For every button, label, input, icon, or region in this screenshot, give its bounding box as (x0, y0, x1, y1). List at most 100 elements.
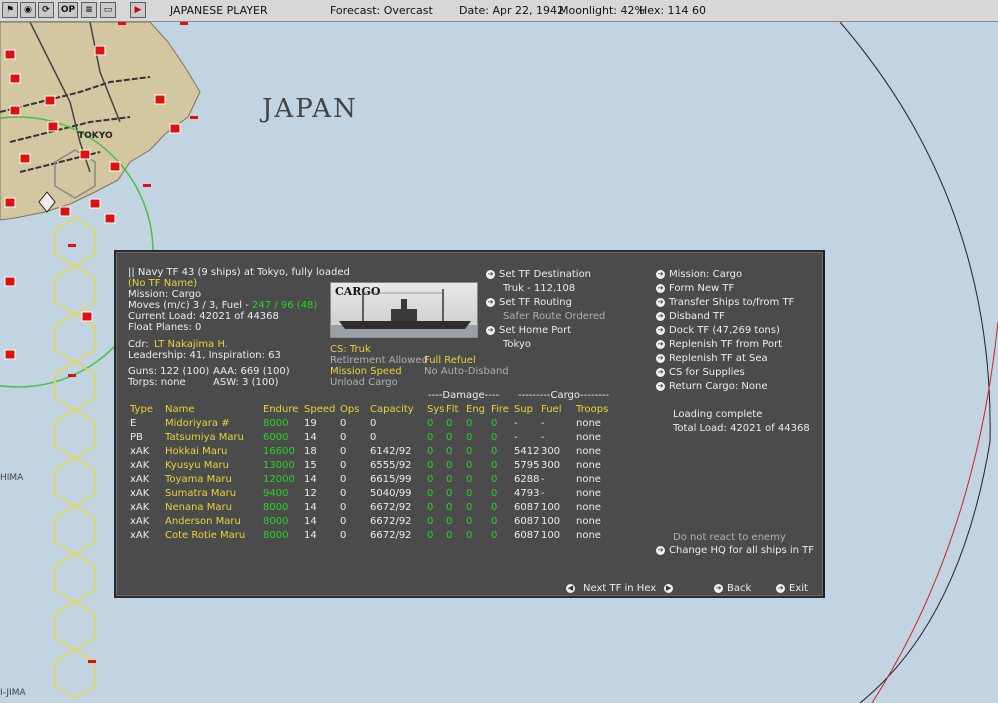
next-tf-button[interactable]: ◀ Next TF in Hex ▶ (566, 582, 674, 595)
col-troops[interactable]: Troops (576, 403, 616, 417)
arrow-icon: ➔ (656, 354, 665, 363)
react-option[interactable]: Do not react to enemy (673, 531, 786, 544)
list-icon[interactable]: ≡ (81, 2, 97, 18)
col-sys[interactable]: Sys (427, 403, 446, 417)
table-row[interactable]: xAK Sumatra Maru 9400 12 0 5040/99 0 0 0 0 4793- no… (130, 487, 616, 501)
cell-endure: 8000 (263, 502, 289, 513)
set-home-port-button[interactable]: ➔ Set Home Port (486, 324, 571, 337)
cell-name[interactable]: Toyama Maru (165, 473, 263, 487)
replenish-sea-button[interactable]: ➔ Replenish TF at Sea (656, 352, 768, 365)
col-capacity[interactable]: Capacity (370, 403, 427, 417)
dock-tf-button[interactable]: ➔ Dock TF (47,269 tons) (656, 324, 780, 337)
cell-name[interactable]: Sumatra Maru (165, 487, 263, 501)
cell-name[interactable]: Midoriyara # (165, 417, 263, 431)
mission-cargo-button[interactable]: ➔ Mission: Cargo (656, 268, 742, 281)
back-button[interactable]: ➔ Back (714, 582, 751, 595)
cell-fire: 0 (491, 432, 498, 443)
col-name[interactable]: Name (165, 403, 263, 417)
replenish-port-button[interactable]: ➔ Replenish TF from Port (656, 338, 782, 351)
transfer-ships-button[interactable]: ➔ Transfer Ships to/from TF (656, 296, 794, 309)
action-label: Disband TF (669, 311, 725, 322)
return-cargo-button[interactable]: ➔ Return Cargo: None (656, 380, 768, 393)
destination-value: Truk - 112,108 (503, 283, 576, 294)
table-row[interactable]: xAK Anderson Maru 8000 14 0 6672/92 0 0 0 0 6087 10… (130, 515, 616, 529)
cell-sup: 5412 (514, 446, 540, 457)
refresh-icon[interactable]: ⟳ (38, 2, 54, 18)
set-routing-button[interactable]: ➔ Set TF Routing (486, 296, 572, 309)
cell-ops: 0 (340, 516, 347, 527)
table-row[interactable]: xAK Toyama Maru 12000 14 0 6615/99 0 0 0 0 6288- no… (130, 473, 616, 487)
cell-type: PB (130, 432, 143, 443)
cell-name[interactable]: Tatsumiya Maru (165, 431, 263, 445)
cell-name[interactable]: Anderson Maru (165, 515, 263, 529)
cell-flt: 0 (446, 446, 453, 457)
cell-flt: 0 (446, 460, 453, 471)
cell-speed: 14 (304, 474, 317, 485)
cell-ops: 0 (340, 530, 347, 541)
flag-icon[interactable]: ⚑ (2, 2, 18, 18)
cell-flt: 0 (446, 530, 453, 541)
action-label: Replenish TF at Sea (669, 353, 768, 364)
routing-value: Safer Route Ordered (503, 311, 606, 322)
table-row[interactable]: xAK Kyusyu Maru 13000 15 0 6555/92 0 0 0 0 5795 300… (130, 459, 616, 473)
cell-eng: 0 (466, 502, 473, 513)
cell-sys: 0 (427, 460, 434, 471)
play-icon[interactable]: ▶ (130, 2, 146, 18)
cell-ops: 0 (340, 446, 347, 457)
arrow-icon: ➔ (486, 298, 495, 307)
table-row[interactable]: xAK Nenana Maru 8000 14 0 6672/92 0 0 0 0 6087 100 n… (130, 501, 616, 515)
table-row[interactable]: E Midoriyara #8000 19 0 0 0 0 0 0 - - none (130, 417, 616, 431)
change-hq-label: Change HQ for all ships in TF (669, 545, 815, 556)
cell-type: E (130, 418, 137, 429)
cell-sup: - (514, 432, 518, 443)
date-label: Date: Apr 22, 1942 (459, 4, 565, 17)
op-button[interactable]: OP (58, 2, 78, 18)
arrow-icon: ➔ (656, 284, 665, 293)
col-type[interactable]: Type (130, 403, 165, 417)
cell-eng: 0 (466, 432, 473, 443)
cell-endure: 16600 (263, 446, 295, 457)
ship-rows: E Midoriyara #8000 19 0 0 0 0 0 0- - none PB Tatsumi… (130, 417, 616, 543)
cell-name[interactable]: Hokkai Maru (165, 445, 263, 459)
table-row[interactable]: xAK Hokkai Maru 16600 18 0 6142/92 0 0 0 0 5412 300… (130, 445, 616, 459)
cell-type: xAK (130, 488, 150, 499)
exit-button[interactable]: ➔ Exit (776, 582, 808, 595)
disband-tf-button[interactable]: ➔ Disband TF (656, 310, 725, 323)
col-flt[interactable]: Flt (446, 403, 466, 417)
cell-type: xAK (130, 530, 150, 541)
col-ops[interactable]: Ops (340, 403, 370, 417)
cell-name[interactable]: Nenana Maru (165, 501, 263, 515)
col-eng[interactable]: Eng (466, 403, 491, 417)
cell-capacity: 0 (370, 418, 377, 429)
globe-icon[interactable]: ◉ (20, 2, 36, 18)
cell-fire: 0 (491, 530, 498, 541)
cell-name[interactable]: Kyusyu Maru (165, 459, 263, 473)
unload-cargo-option[interactable]: Unload Cargo (330, 376, 398, 389)
col-fire[interactable]: Fire (491, 403, 514, 417)
cell-fuel: - (541, 418, 545, 429)
col-sup[interactable]: Sup (514, 403, 541, 417)
col-endure[interactable]: Endure (263, 403, 304, 417)
cell-ops: 0 (340, 488, 347, 499)
table-row[interactable]: xAK Cote Rotie Maru 8000 14 0 6672/92 0 0 0 0 6087… (130, 529, 616, 543)
table-row[interactable]: PB Tatsumiya Maru 6000 14 0 0 0 0 0 0 - - none (130, 431, 616, 445)
cell-name[interactable]: Cote Rotie Maru (165, 529, 263, 543)
cell-sys: 0 (427, 474, 434, 485)
cs-supplies-button[interactable]: ➔ CS for Supplies (656, 366, 745, 379)
cell-sup: 6087 (514, 530, 540, 541)
auto-disband-option[interactable]: No Auto-Disband (424, 365, 509, 378)
cell-speed: 14 (304, 432, 317, 443)
window-icon[interactable]: ▭ (100, 2, 116, 18)
set-destination-button[interactable]: ➔ Set TF Destination (486, 268, 591, 281)
form-new-tf-button[interactable]: ➔ Form New TF (656, 282, 734, 295)
table-header-row: Type Name Endure Speed Ops Capacity Sys … (130, 403, 616, 417)
arrow-icon: ➔ (486, 326, 495, 335)
cell-fire: 0 (491, 446, 498, 457)
arrow-icon: ➔ (776, 584, 785, 593)
col-fuel[interactable]: Fuel (541, 403, 576, 417)
change-hq-button[interactable]: ➔ Change HQ for all ships in TF (656, 544, 814, 557)
col-speed[interactable]: Speed (304, 403, 340, 417)
cell-type: xAK (130, 446, 150, 457)
cell-fuel: 300 (541, 446, 561, 457)
cell-capacity: 5040/99 (370, 488, 412, 499)
